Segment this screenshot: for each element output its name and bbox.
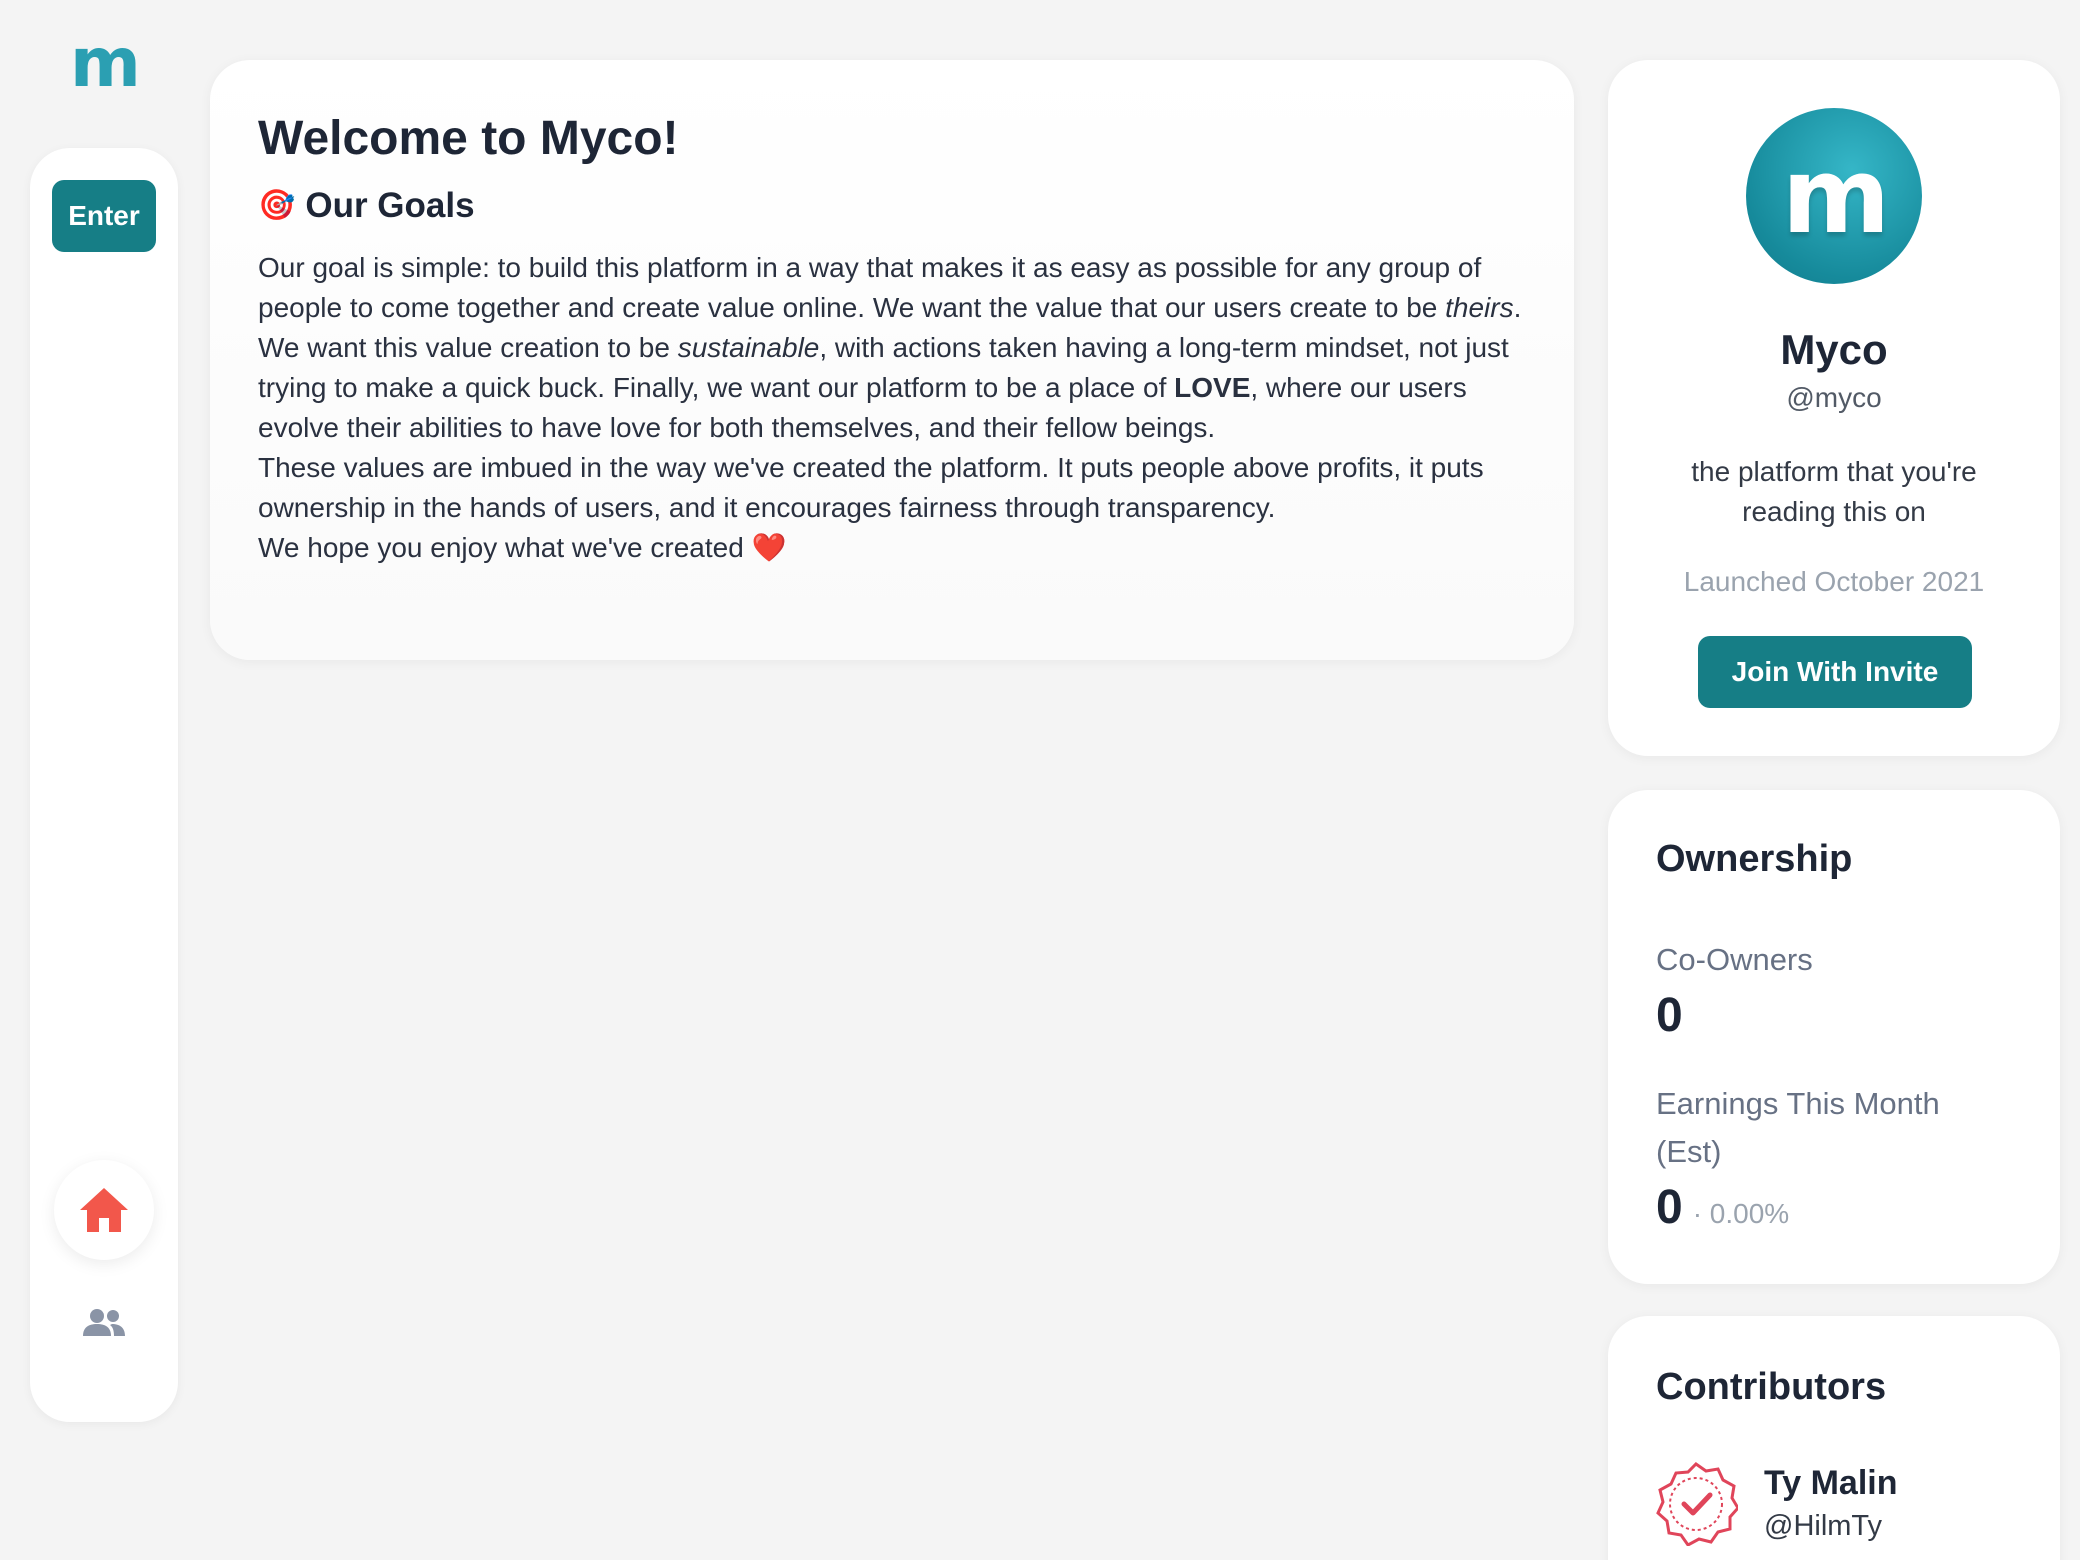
earnings-row: 0 · 0.00% [1656,1180,1789,1235]
verified-badge-icon [1656,1462,1738,1546]
community-description: the platform that you're reading this on [1691,456,1977,527]
co-owners-value: 0 [1656,989,1683,1042]
join-with-invite-button[interactable]: Join With Invite [1698,636,1972,708]
welcome-card: Welcome to Myco! 🎯 Our Goals Our goal is… [210,60,1574,660]
target-icon: 🎯 [258,189,296,222]
co-owners-label: Co-Owners [1656,942,1813,977]
community-profile-card: m Myco @myco the platform that you're re… [1608,60,2060,756]
home-icon [80,1188,128,1232]
goals-heading-text: Our Goals [305,186,475,225]
earnings-percent: · 0.00% [1692,1198,1790,1229]
contributors-title: Contributors [1656,1366,1887,1408]
emphasis-sustainable: sustainable [677,332,820,363]
text-run: Our goal is simple: to build this platfo… [258,252,1482,323]
ownership-card: Ownership Co-Owners 0 Earnings This Mont… [1608,790,2060,1284]
strong-love: LOVE [1174,372,1251,403]
contributors-card: Contributors Ty Malin @HilmTy [1608,1316,2060,1560]
page-title: Welcome to Myco! [258,112,679,165]
goals-body: Our goal is simple: to build this platfo… [258,248,1526,568]
myco-logo[interactable]: m [70,30,141,98]
community-handle: @myco [1786,382,1882,413]
sidebar: Enter [30,148,178,1422]
home-nav-button[interactable] [54,1160,154,1260]
earnings-label: Earnings This Month (Est) [1656,1086,1940,1169]
community-avatar: m [1746,108,1922,284]
community-name: Myco [1780,326,1888,373]
goals-heading: 🎯 Our Goals [258,184,1526,228]
contributor-handle[interactable]: @HilmTy [1764,1510,1882,1543]
goals-paragraph-3: We hope you enjoy what we've created ❤️ [258,528,1526,568]
users-nav-button[interactable] [74,1300,134,1344]
launch-date: Launched October 2021 [1683,566,1985,597]
enter-button[interactable]: Enter [52,180,156,252]
text-run: We hope you enjoy what we've created [258,532,744,563]
goals-paragraph-2: These values are imbued in the way we've… [258,452,1484,523]
earnings-value: 0 [1656,1181,1683,1234]
heart-icon: ❤️ [751,532,787,563]
ownership-title: Ownership [1656,838,1853,880]
goals-paragraph-1: Our goal is simple: to build this platfo… [258,248,1526,448]
contributor-name[interactable]: Ty Malin [1764,1464,1898,1503]
users-icon [83,1309,125,1336]
emphasis-theirs: theirs [1445,292,1514,323]
